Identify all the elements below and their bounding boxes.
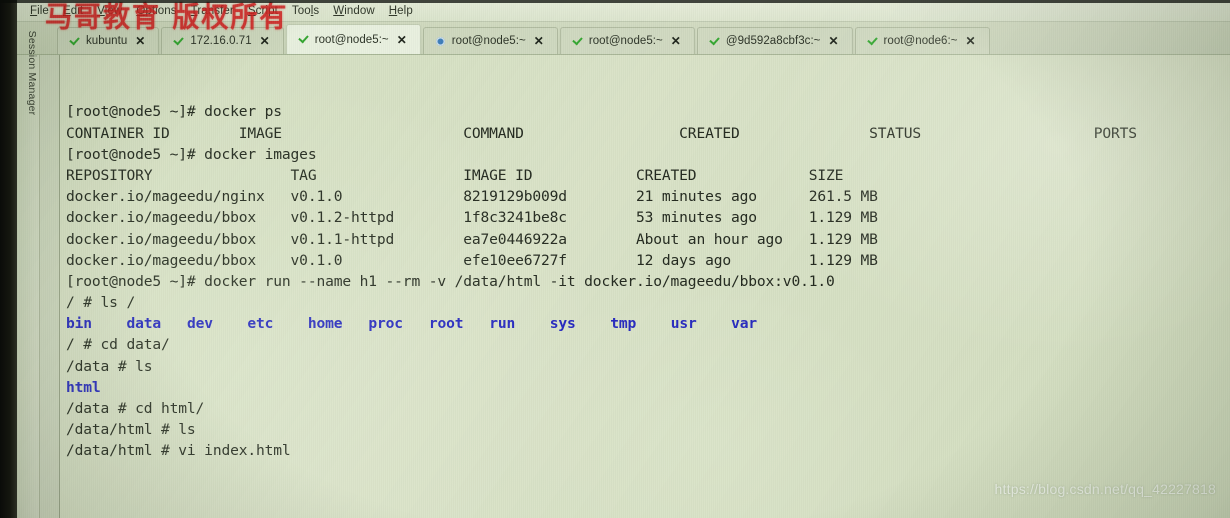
tab-close-icon[interactable]: ✕ bbox=[260, 35, 270, 47]
tab-label: @9d592a8cbf3c:~ bbox=[725, 35, 821, 47]
terminal-line: docker.io/mageedu/bbox v0.1.1-httpd ea7e… bbox=[66, 230, 878, 248]
menu-item-tools[interactable]: Tools bbox=[285, 3, 326, 19]
terminal-line: bin data dev etc home proc root run sys … bbox=[66, 315, 758, 333]
workspace: Session Manager [root@node5 ~]# docker p… bbox=[17, 31, 1230, 518]
menu-item-help[interactable]: Help bbox=[382, 3, 420, 19]
tab-label: 172.16.0.71 bbox=[190, 35, 252, 47]
check-icon bbox=[69, 36, 80, 47]
tab-6[interactable]: root@node6:~ ✕ bbox=[854, 27, 990, 54]
tab-3[interactable]: root@node5:~ ✕ bbox=[422, 27, 558, 54]
monitor-bezel-top bbox=[0, 0, 1230, 3]
tab-label: root@node5:~ bbox=[588, 35, 663, 47]
terminal-lines: [root@node5 ~]# docker ps CONTAINER ID IM… bbox=[66, 101, 1230, 461]
tab-list[interactable]: kubuntu ✕ 172.16.0.71 ✕ root@node5:~ ✕ root@no… bbox=[57, 24, 992, 54]
check-icon bbox=[173, 36, 184, 47]
tab-strip[interactable]: kubuntu ✕ 172.16.0.71 ✕ root@node5:~ ✕ root@no… bbox=[17, 22, 1230, 55]
terminal-line: /data # ls bbox=[66, 357, 153, 375]
terminal-line: [root@node5 ~]# docker run --name h1 --r… bbox=[66, 272, 835, 290]
terminal-line: /data/html # ls bbox=[66, 421, 196, 439]
securecrt-window: File Edit View Options Transfer Script Tools Wi… bbox=[17, 0, 1230, 518]
terminal-line: / # ls / bbox=[66, 294, 136, 312]
check-icon bbox=[709, 36, 720, 47]
tab-4[interactable]: root@node5:~ ✕ bbox=[559, 27, 695, 54]
terminal-line: [root@node5 ~]# docker ps bbox=[66, 103, 282, 121]
terminal-line: docker.io/mageedu/bbox v0.1.0 efe10ee672… bbox=[66, 251, 878, 269]
menu-item-script[interactable]: Script bbox=[241, 3, 285, 19]
terminal-line: CONTAINER ID IMAGE COMMAND CREATED STATU… bbox=[66, 124, 1137, 142]
terminal-line: REPOSITORY TAG IMAGE ID CREATED SIZE bbox=[66, 166, 844, 184]
menu-items: File Edit View Options Transfer Script Tools Wi… bbox=[23, 3, 420, 19]
terminal-line: / # cd data/ bbox=[66, 336, 170, 354]
check-icon bbox=[867, 36, 878, 47]
terminal-output[interactable]: [root@node5 ~]# docker ps CONTAINER ID IM… bbox=[60, 55, 1230, 518]
tab-label: root@node6:~ bbox=[883, 35, 958, 47]
url-watermark: https://blog.csdn.net/qq_42227818 bbox=[994, 480, 1216, 497]
tab-5[interactable]: @9d592a8cbf3c:~ ✕ bbox=[696, 27, 853, 54]
tab-close-icon[interactable]: ✕ bbox=[397, 34, 407, 46]
menu-item-options[interactable]: Options bbox=[129, 3, 183, 19]
menu-item-window[interactable]: Window bbox=[326, 3, 382, 19]
terminal-line: html bbox=[66, 378, 101, 396]
terminal-line: /data/html # vi index.html bbox=[66, 442, 291, 460]
terminal-line: [root@node5 ~]# docker images bbox=[66, 145, 317, 163]
menu-item-edit[interactable]: Edit bbox=[56, 3, 90, 19]
tab-close-icon[interactable]: ✕ bbox=[966, 35, 976, 47]
dot-icon bbox=[435, 36, 446, 47]
terminal-line: /data # cd html/ bbox=[66, 400, 205, 418]
terminal-gutter bbox=[40, 55, 60, 518]
tab-close-icon[interactable]: ✕ bbox=[828, 35, 838, 47]
tab-2[interactable]: root@node5:~ ✕ bbox=[285, 24, 421, 54]
check-icon bbox=[572, 36, 583, 47]
photographed-screen: File Edit View Options Transfer Script Tools Wi… bbox=[0, 0, 1230, 518]
tab-label: root@node5:~ bbox=[451, 35, 526, 47]
terminal-line: docker.io/mageedu/nginx v0.1.0 8219129b0… bbox=[66, 188, 878, 206]
check-icon bbox=[298, 34, 309, 45]
menu-item-view[interactable]: View bbox=[90, 3, 129, 19]
menu-bar: File Edit View Options Transfer Script Tools Wi… bbox=[17, 0, 1230, 34]
session-manager-label: Session Manager bbox=[26, 30, 38, 116]
menu-item-file[interactable]: File bbox=[23, 3, 56, 19]
session-manager-sidebar[interactable]: Session Manager bbox=[17, 31, 40, 518]
tab-close-icon[interactable]: ✕ bbox=[671, 35, 681, 47]
tab-1[interactable]: 172.16.0.71 ✕ bbox=[161, 27, 284, 54]
tab-label: root@node5:~ bbox=[314, 33, 389, 46]
tab-0[interactable]: kubuntu ✕ bbox=[57, 27, 160, 54]
terminal-line: docker.io/mageedu/bbox v0.1.2-httpd 1f8c… bbox=[66, 209, 878, 227]
tab-label: kubuntu bbox=[86, 35, 128, 47]
monitor-bezel-left bbox=[0, 0, 17, 518]
menu-item-transfer[interactable]: Transfer bbox=[184, 3, 241, 19]
tab-close-icon[interactable]: ✕ bbox=[534, 35, 544, 47]
tab-close-icon[interactable]: ✕ bbox=[135, 35, 145, 47]
